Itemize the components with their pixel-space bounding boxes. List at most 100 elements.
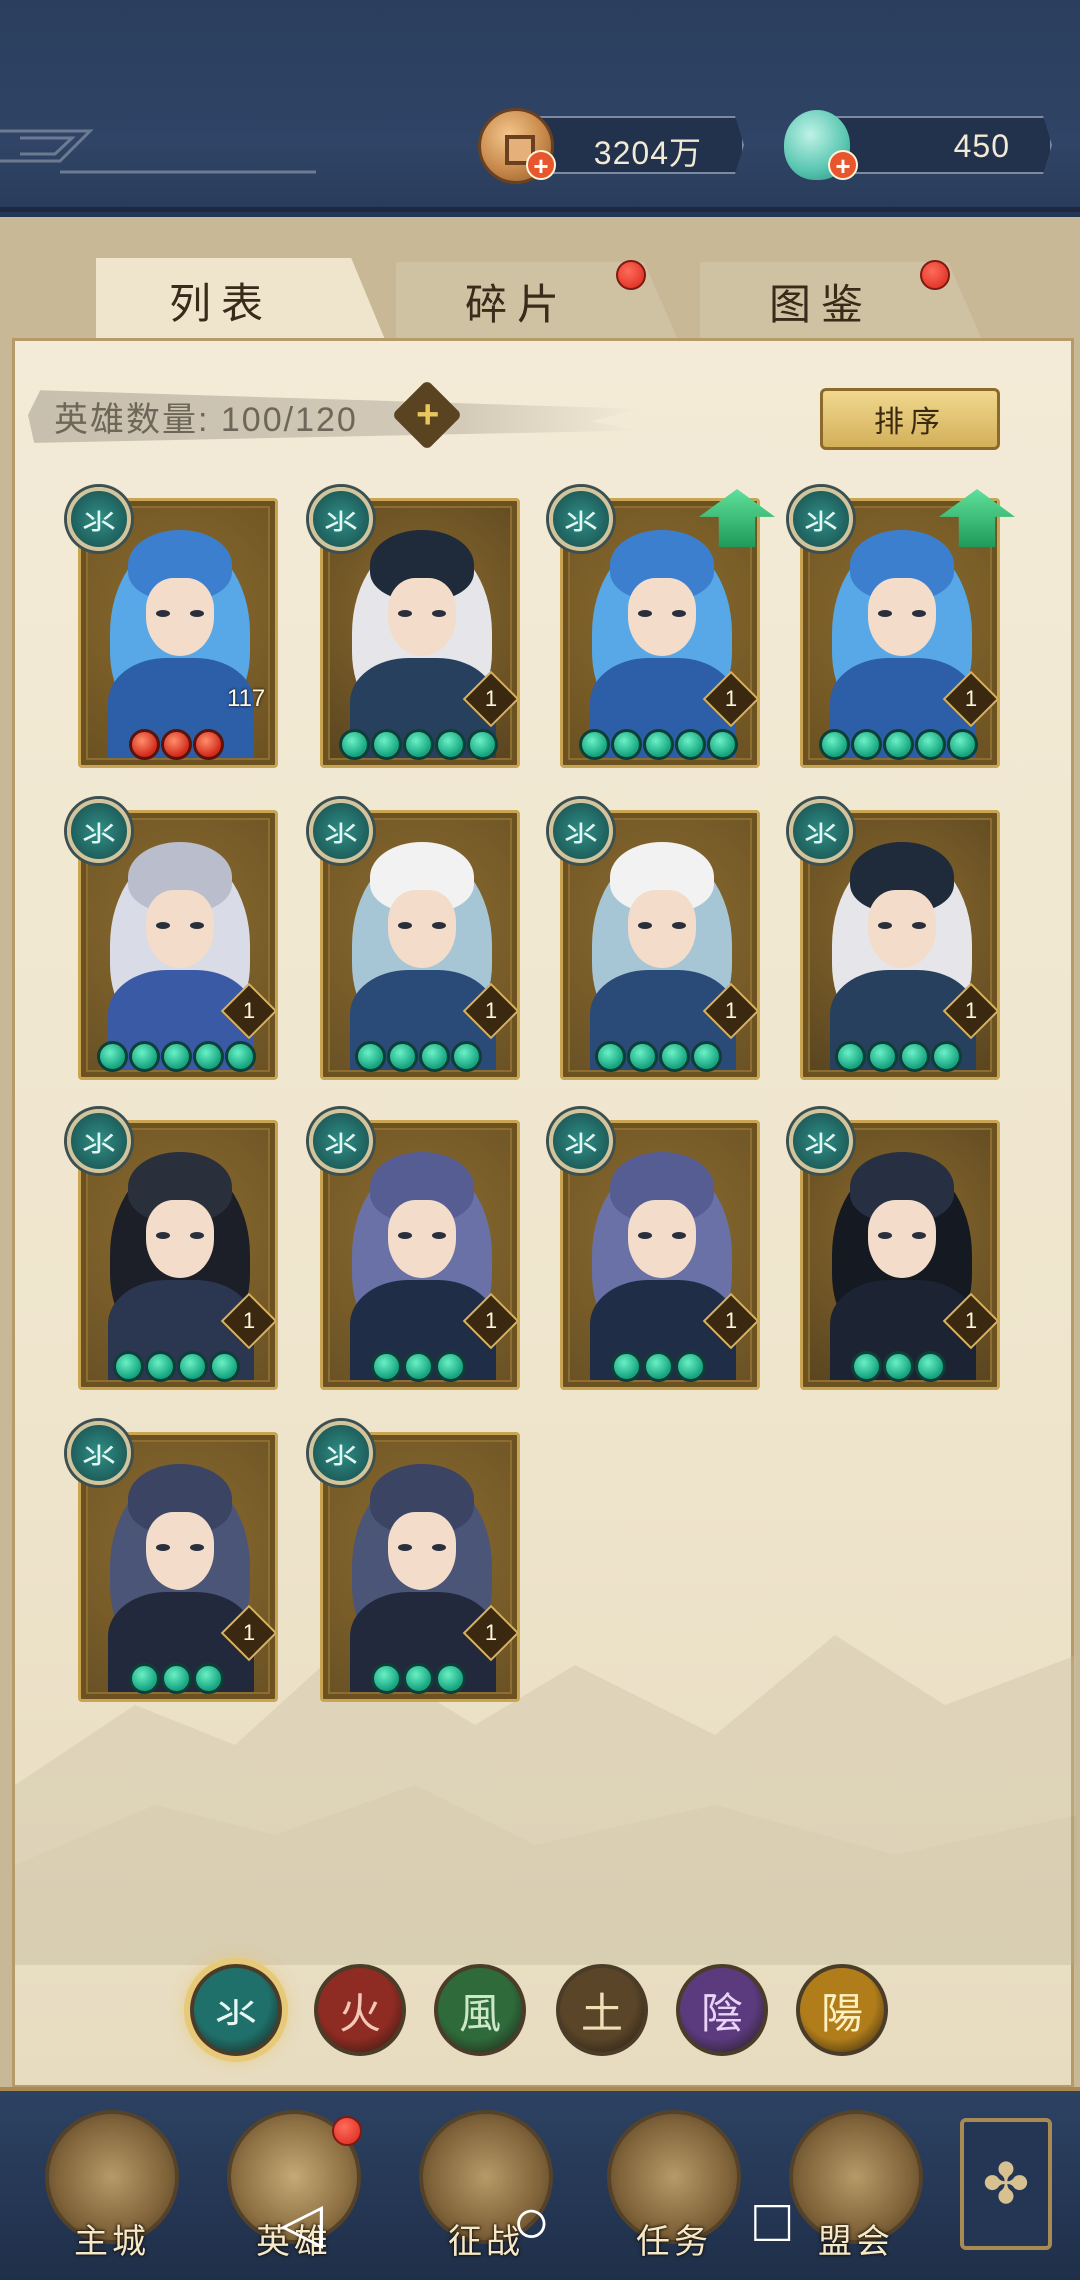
sort-button[interactable]: 排序 [820,388,1000,450]
hero-card[interactable]: 氺1 [549,487,775,768]
filter-wind-button[interactable]: 風 [434,1964,526,2056]
filter-water-glyph: 氺 [214,1988,257,2038]
water-element-icon: 氺 [549,1109,613,1173]
star-icon [193,1663,224,1694]
star-icon [675,1351,706,1382]
add-jade-icon[interactable]: + [828,150,858,180]
hero-star-rating [595,1041,722,1072]
hero-card[interactable]: 氺1 [309,487,520,768]
star-icon [129,1663,160,1694]
jade-counter[interactable]: 450 [830,116,1052,174]
tab-list[interactable]: 列表 [96,258,386,342]
star-icon [193,729,224,760]
clover-icon: ✤ [982,2152,1030,2215]
hero-count-label: 英雄数量: 100/120 [54,401,358,439]
star-icon [627,1041,658,1072]
hero-level: 117 [227,685,266,712]
hero-card[interactable]: 氺1 [309,1109,520,1390]
star-icon [113,1351,144,1382]
star-icon [867,1041,898,1072]
hero-star-rating [579,729,738,760]
plus-icon: + [416,392,440,437]
hero-star-rating [113,1351,240,1382]
nav-tasks[interactable]: 任务 [604,2110,744,2262]
water-element-icon: 氺 [67,799,131,863]
star-icon [899,1041,930,1072]
hero-star-rating [835,1041,962,1072]
hero-card[interactable]: 氺1 [789,799,1000,1080]
star-icon [931,1041,962,1072]
hero-star-rating [129,729,224,760]
star-icon [451,1041,482,1072]
star-icon [403,1351,434,1382]
star-icon [161,729,192,760]
hero-card[interactable]: 氺 117 [67,487,278,768]
star-icon [403,729,434,760]
star-icon [611,729,642,760]
hero-level: 1 [242,1308,256,1333]
water-element-icon: 氺 [309,487,373,551]
star-icon [435,1663,466,1694]
hero-card[interactable]: 氺1 [789,487,1015,768]
water-element-icon: 氺 [789,487,853,551]
top-bar: 3204万 + 450 + [0,0,1080,212]
star-icon [467,729,498,760]
hero-card[interactable]: 氺1 [309,799,520,1080]
hero-star-rating [97,1041,256,1072]
filter-yin-button[interactable]: 陰 [676,1964,768,2056]
filter-yang-glyph: 陽 [820,1988,863,2038]
hero-level: 1 [724,686,738,711]
filter-yin-glyph: 陰 [700,1988,743,2038]
tab-list-label: 列表 [168,278,273,328]
star-icon [371,1351,402,1382]
sort-button-label: 排序 [874,406,946,439]
star-icon [659,1041,690,1072]
hero-level: 1 [484,686,498,711]
hero-card[interactable]: 氺1 [789,1109,1000,1390]
hero-star-rating [371,1663,466,1694]
water-element-icon: 氺 [789,799,853,863]
water-element-icon: 氺 [789,1109,853,1173]
hero-level: 1 [242,1620,256,1645]
system-home-icon[interactable]: ○ [512,2184,551,2258]
hero-level: 1 [484,1620,498,1645]
more-menu-button[interactable]: ✤ [960,2118,1052,2250]
nav-main-city[interactable]: 主城 [42,2110,182,2262]
nav-alliance-label: 盟会 [818,2222,894,2262]
star-icon [851,1351,882,1382]
filter-wind-glyph: 風 [458,1988,501,2038]
hero-card[interactable]: 氺1 [549,799,760,1080]
star-icon [161,1041,192,1072]
hero-card[interactable]: 氺1 [67,799,278,1080]
system-back-icon[interactable]: ◁ [280,2190,323,2256]
star-icon [595,1041,626,1072]
element-filter-bar: 氺 火 風 土 陰 陽 [180,1956,900,2066]
hero-star-rating [129,1663,224,1694]
hero-star-rating [611,1351,706,1382]
water-element-icon: 氺 [309,1421,373,1485]
star-icon [579,729,610,760]
water-element-icon: 氺 [309,799,373,863]
add-coins-icon[interactable]: + [526,150,556,180]
hero-card[interactable]: 氺1 [67,1421,278,1702]
hero-card[interactable]: 氺1 [67,1109,278,1390]
water-element-icon: 氺 [67,1421,131,1485]
hero-level: 1 [724,998,738,1023]
filter-fire-button[interactable]: 火 [314,1964,406,2056]
star-icon [643,729,674,760]
star-icon [339,729,370,760]
hero-level: 1 [964,998,978,1023]
filter-water-button[interactable]: 氺 [190,1964,282,2056]
hero-card[interactable]: 氺1 [549,1109,760,1390]
star-icon [819,729,850,760]
water-element-icon: 氺 [309,1109,373,1173]
hero-card[interactable]: 氺1 [309,1421,520,1702]
hero-level: 1 [964,686,978,711]
system-recents-icon[interactable]: □ [754,2186,790,2255]
filter-earth-button[interactable]: 土 [556,1964,648,2056]
nav-alliance[interactable]: 盟会 [786,2110,926,2262]
filter-yang-button[interactable]: 陽 [796,1964,888,2056]
filter-earth-glyph: 土 [580,1988,623,2038]
star-icon [419,1041,450,1072]
codex-notification-dot [920,260,950,290]
